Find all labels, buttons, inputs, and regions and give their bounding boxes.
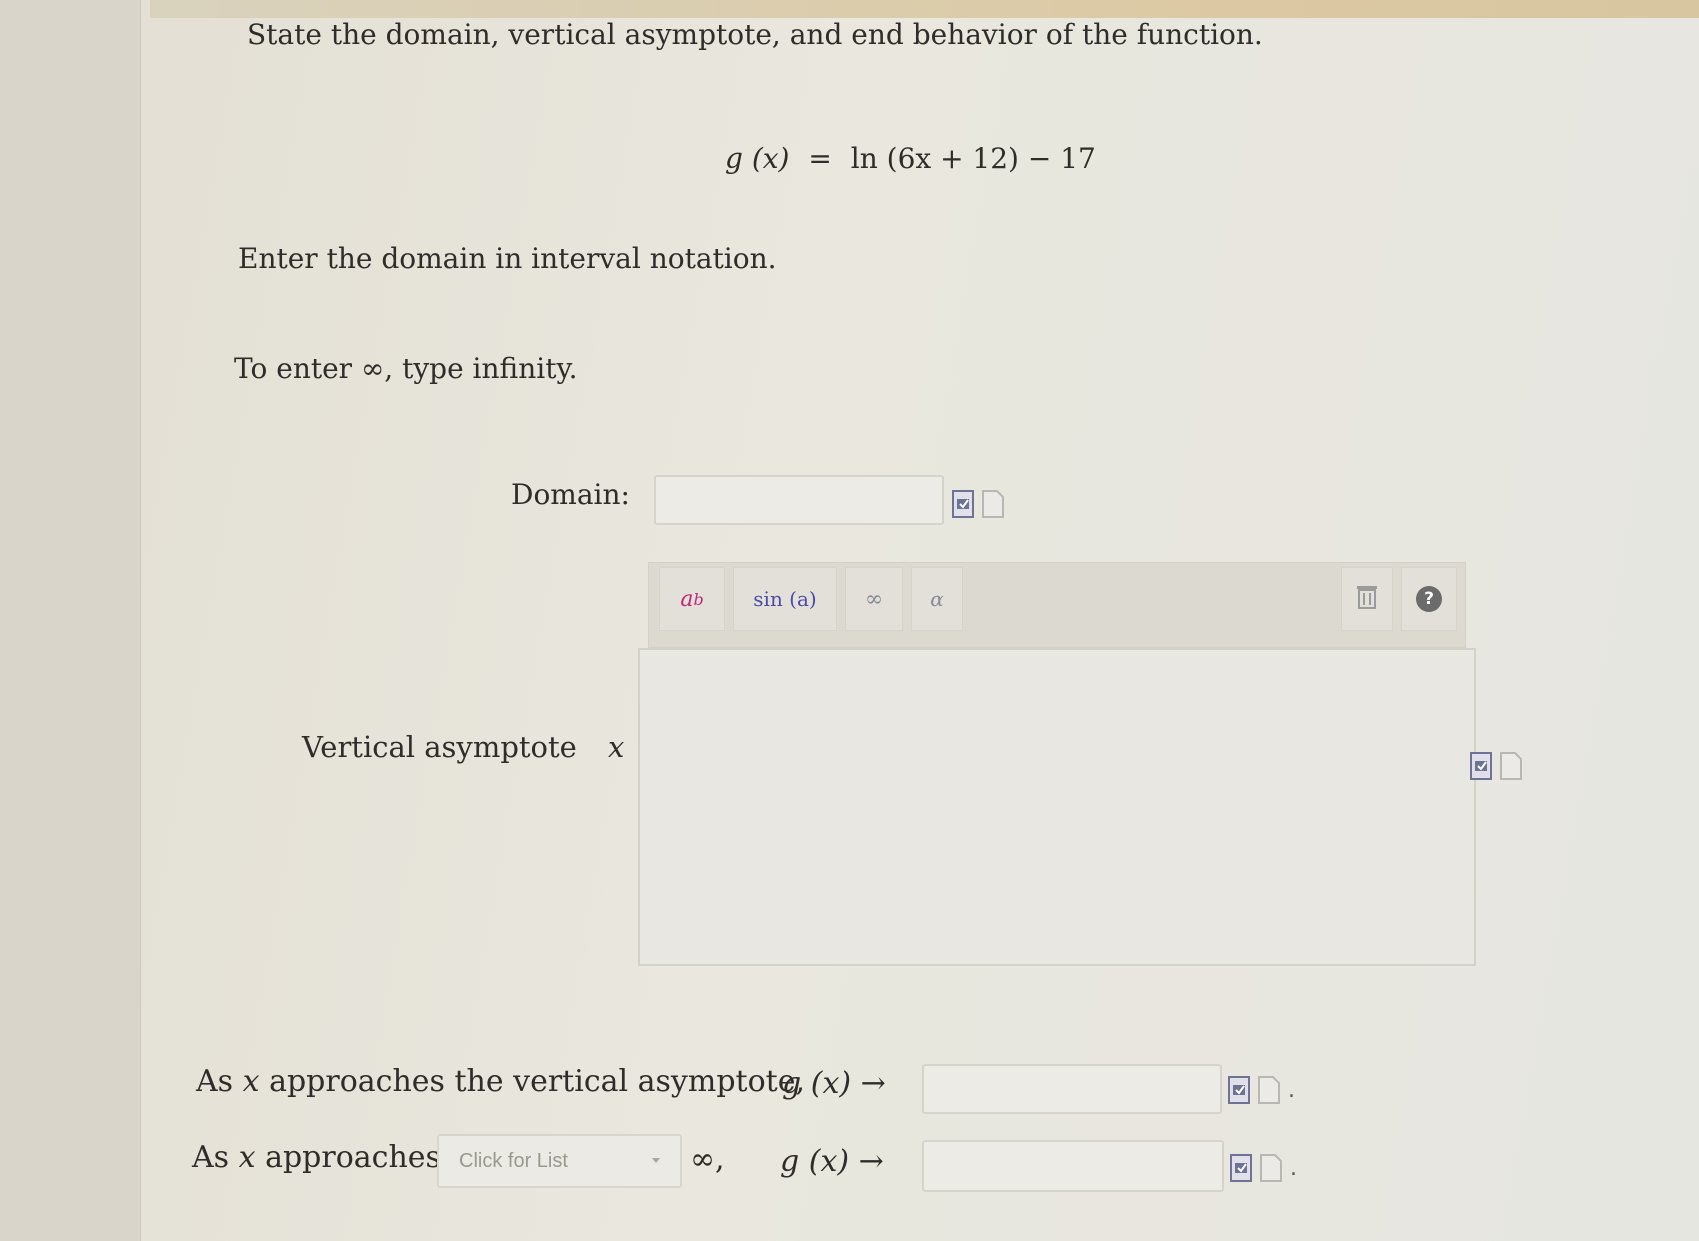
infinity-button[interactable]: ∞ [845,567,903,631]
top-edge-strip [150,0,1699,18]
trash-button[interactable] [1341,567,1393,631]
help-glyph: ? [1424,589,1434,609]
function-rhs: ln (6x + 12) − 17 [850,142,1096,175]
instruction-domain: Enter the domain in interval notation. [238,242,777,275]
row1-answer-tools: . [1228,1076,1295,1104]
row2-period: . [1290,1155,1297,1181]
alpha-label: α [930,587,944,611]
row1-func: g (x) → [782,1066,886,1101]
select-placeholder: Click for List [459,1150,568,1172]
row1-period: . [1288,1077,1295,1103]
help-icon: ? [1416,586,1442,612]
row2-infinity: ∞, [690,1142,725,1177]
domain-answer-tools [952,490,1004,518]
asymptote-label: Vertical asymptote x = [302,730,664,764]
question-prompt: State the domain, vertical asymptote, an… [247,18,1263,51]
row2-var: x [238,1140,256,1175]
asymptote-answer-tools [1470,752,1522,780]
domain-input[interactable] [654,475,944,525]
row2-func: g (x) → [780,1144,884,1179]
trash-icon [1356,584,1378,615]
math-toolbar: ab sin (a) ∞ α ? [648,562,1466,648]
row1-prefix: As [196,1064,234,1099]
sin-label: sin (a) [753,587,817,611]
chevron-down-icon [652,1158,660,1163]
left-margin-strip [0,0,141,1241]
row2-prefix: As [192,1140,230,1175]
asymptote-var: x [608,730,625,764]
row2-answer-tools: . [1230,1154,1297,1182]
document-icon[interactable] [1500,752,1522,780]
sin-button[interactable]: sin (a) [733,567,837,631]
document-icon[interactable] [1258,1076,1280,1104]
direction-select[interactable]: Click for List [437,1134,682,1188]
help-button[interactable]: ? [1401,567,1457,631]
function-lhs: g (x) [725,142,790,175]
asymptote-label-text: Vertical asymptote [302,730,577,764]
superscript-exp: b [693,589,704,609]
end-behavior-row2-text: As x approaches [192,1140,441,1175]
superscript-button[interactable]: ab [659,567,725,631]
function-equals: = [808,142,832,175]
infinity-label: ∞ [864,586,884,612]
document-icon[interactable] [982,490,1004,518]
end-behavior-infinity-input[interactable] [922,1140,1224,1192]
row1-text: approaches the vertical asymptote, [269,1064,805,1099]
domain-label: Domain: [511,478,630,511]
preview-icon[interactable] [1470,752,1492,780]
function-equation: g (x) = ln (6x + 12) − 17 [725,142,1096,175]
end-behavior-row1-text: As x approaches the vertical asymptote, [196,1064,805,1099]
superscript-base: a [680,586,694,612]
row1-var: x [242,1064,260,1099]
alpha-button[interactable]: α [911,567,963,631]
end-behavior-asymptote-input[interactable] [922,1064,1222,1114]
preview-icon[interactable] [1228,1076,1250,1104]
row2-text: approaches [265,1140,441,1175]
asymptote-input[interactable] [638,648,1476,966]
document-icon[interactable] [1260,1154,1282,1182]
preview-icon[interactable] [1230,1154,1252,1182]
preview-icon[interactable] [952,490,974,518]
instruction-infinity: To enter ∞, type infinity. [234,352,578,385]
